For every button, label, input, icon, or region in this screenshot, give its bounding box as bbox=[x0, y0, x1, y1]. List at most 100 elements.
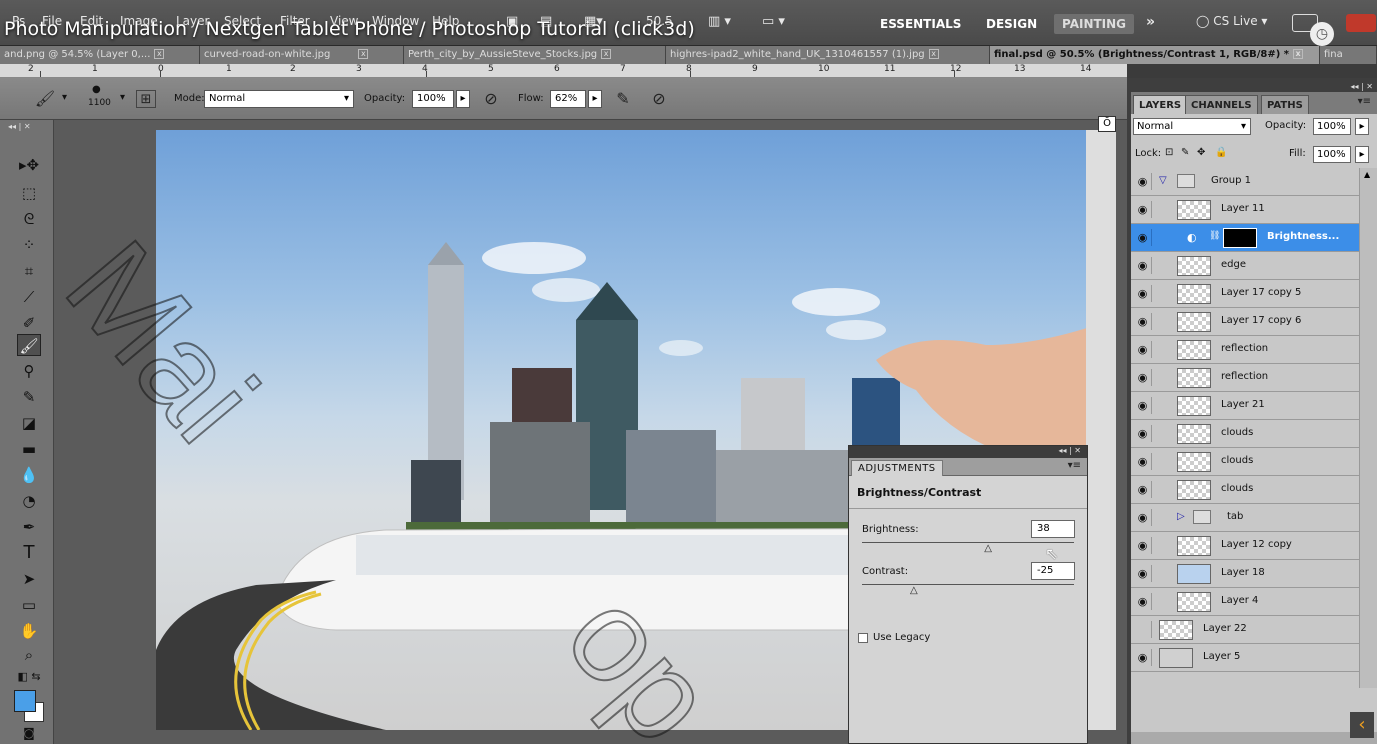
history-brush-tool-icon[interactable]: ✎ bbox=[17, 386, 41, 408]
tab-channels[interactable]: CHANNELS bbox=[1185, 95, 1258, 114]
doc-tab[interactable]: fina bbox=[1320, 46, 1377, 64]
visibility-eye-icon[interactable]: ◉ bbox=[1134, 313, 1152, 330]
visibility-eye-icon[interactable]: ◉ bbox=[1134, 453, 1152, 470]
workspace-design[interactable]: DESIGN bbox=[978, 14, 1045, 34]
toolbox-collapse-icon[interactable]: ◂◂ | ✕ bbox=[8, 122, 31, 131]
clock-icon[interactable]: ◷ bbox=[1310, 22, 1334, 46]
layer-row[interactable]: ◉ reflection bbox=[1131, 336, 1359, 364]
brightness-slider[interactable] bbox=[862, 542, 1074, 543]
visibility-eye-icon[interactable]: ◉ bbox=[1134, 201, 1152, 218]
close-tab-icon[interactable]: x bbox=[928, 49, 939, 59]
visibility-eye-icon[interactable]: ◉ bbox=[1134, 649, 1152, 666]
brightness-input[interactable]: 38 bbox=[1031, 520, 1075, 538]
horizontal-ruler[interactable]: 2 1 0 1 2 3 4 5 6 7 8 9 10 11 12 13 14 bbox=[0, 64, 1127, 78]
lock-all-icon[interactable]: 🔒 bbox=[1215, 147, 1227, 158]
layer-row[interactable]: ◉ clouds bbox=[1131, 476, 1359, 504]
layer-opacity-input[interactable]: 100% bbox=[1313, 118, 1351, 135]
dodge-tool-icon[interactable]: ◔ bbox=[17, 490, 41, 512]
preset-dropdown-icon[interactable]: ▾ bbox=[62, 92, 67, 103]
link-icon[interactable]: ⛓ bbox=[1209, 231, 1220, 241]
close-tab-icon[interactable]: x bbox=[1293, 49, 1304, 59]
brush-preset-icon[interactable]: 🖌 bbox=[34, 88, 56, 110]
flow-input[interactable]: 62% bbox=[550, 90, 586, 108]
doc-tab-active[interactable]: final.psd @ 50.5% (Brightness/Contrast 1… bbox=[990, 46, 1320, 64]
close-tab-icon[interactable]: x bbox=[154, 49, 165, 59]
layer-row[interactable]: ◉ Layer 17 copy 5 bbox=[1131, 280, 1359, 308]
visibility-eye-icon[interactable]: ◉ bbox=[1134, 537, 1152, 554]
visibility-eye-icon[interactable]: ◉ bbox=[1134, 565, 1152, 582]
flow-slider-toggle[interactable]: ▸ bbox=[588, 90, 602, 108]
layer-row-selected[interactable]: ◉ ◐ ⛓ Brightness... bbox=[1131, 224, 1359, 252]
eyedropper-tool-icon[interactable]: ⟋ bbox=[17, 286, 41, 308]
panel-menu-icon[interactable]: ▾≡ bbox=[1068, 460, 1081, 471]
visibility-eye-icon[interactable]: ◉ bbox=[1134, 341, 1152, 358]
shape-tool-icon[interactable]: ▭ bbox=[17, 594, 41, 616]
fill-slider-toggle[interactable]: ▸ bbox=[1355, 146, 1369, 163]
layer-opacity-slider-toggle[interactable]: ▸ bbox=[1355, 118, 1369, 135]
layer-row[interactable]: ◉ Layer 12 copy bbox=[1131, 532, 1359, 560]
layer-row[interactable]: ◉ reflection bbox=[1131, 364, 1359, 392]
visibility-eye-icon[interactable]: ◉ bbox=[1134, 509, 1152, 526]
contrast-slider[interactable] bbox=[862, 584, 1074, 585]
visibility-eye-icon[interactable]: ◉ bbox=[1134, 173, 1152, 190]
layer-row[interactable]: ◉ clouds bbox=[1131, 420, 1359, 448]
arrange-docs-icon[interactable]: ▥ ▾ bbox=[708, 14, 731, 29]
layer-row-hidden[interactable]: ◉ Layer 22 bbox=[1131, 616, 1359, 644]
tab-paths[interactable]: PATHS bbox=[1261, 95, 1309, 114]
opacity-input[interactable]: 100% bbox=[412, 90, 454, 108]
fill-input[interactable]: 100% bbox=[1313, 146, 1351, 163]
pen-tool-icon[interactable]: ✒ bbox=[17, 516, 41, 538]
lock-pixels-icon[interactable]: ✎ bbox=[1181, 147, 1189, 158]
contrast-input[interactable]: -25 bbox=[1031, 562, 1075, 580]
brush-size-icon[interactable]: ● bbox=[92, 84, 101, 95]
quick-mask-icon[interactable]: ◙ bbox=[17, 722, 41, 744]
clone-stamp-tool-icon[interactable]: ⚲ bbox=[17, 360, 41, 382]
chevron-left-icon[interactable]: ‹ bbox=[1350, 712, 1374, 738]
hand-tool-icon[interactable]: ✋ bbox=[17, 620, 41, 642]
visibility-eye-icon[interactable]: ◉ bbox=[1134, 621, 1152, 638]
doc-tab[interactable]: Perth_city_by_AussieSteve_Stocks.jpg x bbox=[404, 46, 666, 64]
layer-row[interactable]: ◉ Layer 4 bbox=[1131, 588, 1359, 616]
layer-row[interactable]: ◉ Layer 5 bbox=[1131, 644, 1359, 672]
doc-tab[interactable]: curved-road-on-white.jpg x bbox=[200, 46, 404, 64]
foreground-color-swatch[interactable] bbox=[14, 690, 36, 712]
visibility-eye-icon[interactable]: ◉ bbox=[1134, 257, 1152, 274]
brush-tool-icon[interactable]: 🖌 bbox=[17, 334, 41, 356]
pressure-size-icon[interactable]: ⊘ bbox=[648, 88, 670, 110]
layers-scrollbar[interactable]: ▲ bbox=[1359, 168, 1377, 688]
visibility-eye-icon[interactable]: ◉ bbox=[1134, 229, 1152, 246]
mode-select[interactable]: Normal ▾ bbox=[204, 90, 354, 108]
eraser-tool-icon[interactable]: ◪ bbox=[17, 412, 41, 434]
workspace-painting[interactable]: PAINTING bbox=[1054, 14, 1135, 34]
close-button[interactable] bbox=[1346, 14, 1376, 32]
expand-triangle-icon[interactable]: ▽ bbox=[1159, 175, 1167, 186]
layer-mask-thumbnail[interactable] bbox=[1223, 228, 1257, 248]
zoom-tool-icon[interactable]: ⌕ bbox=[17, 644, 41, 666]
screen-mode-icon[interactable]: ▭ ▾ bbox=[762, 14, 785, 29]
tab-layers[interactable]: LAYERS bbox=[1133, 95, 1188, 114]
marquee-tool-icon[interactable]: ⬚ bbox=[17, 182, 41, 204]
layer-row[interactable]: ◉ clouds bbox=[1131, 448, 1359, 476]
gradient-tool-icon[interactable]: ▬ bbox=[17, 438, 41, 460]
path-selection-tool-icon[interactable]: ➤ bbox=[17, 568, 41, 590]
panel-menu-icon[interactable]: ▾≡ bbox=[1358, 96, 1371, 107]
more-workspaces-icon[interactable]: » bbox=[1146, 14, 1155, 30]
quick-selection-tool-icon[interactable]: ⁘ bbox=[17, 234, 41, 256]
cs-live-button[interactable]: ◯ CS Live ▾ bbox=[1196, 14, 1267, 28]
type-tool-icon[interactable]: T bbox=[17, 542, 41, 564]
close-tab-icon[interactable]: x bbox=[601, 49, 612, 59]
crop-tool-icon[interactable]: ⌗ bbox=[17, 260, 41, 282]
brightness-slider-thumb[interactable]: △ bbox=[984, 543, 992, 554]
pressure-opacity-icon[interactable]: ⊘ bbox=[480, 88, 502, 110]
layer-row[interactable]: ◉ Layer 17 copy 6 bbox=[1131, 308, 1359, 336]
panel-collapse-icon[interactable]: ◂◂ | ✕ bbox=[1058, 446, 1081, 455]
blend-mode-select[interactable]: Normal ▾ bbox=[1133, 118, 1251, 135]
lasso-tool-icon[interactable]: ᘓ bbox=[17, 208, 41, 230]
use-legacy-checkbox[interactable] bbox=[858, 633, 868, 643]
layer-row[interactable]: ◉ edge bbox=[1131, 252, 1359, 280]
brush-size-value[interactable]: 1100 bbox=[88, 98, 111, 108]
panel-collapse-icon[interactable]: ◂◂ | ✕ bbox=[1350, 82, 1373, 91]
brush-panel-toggle-icon[interactable]: ⊞ bbox=[136, 90, 156, 108]
panel-dock-icon[interactable]: Ŏ bbox=[1098, 116, 1116, 132]
workspace-essentials[interactable]: ESSENTIALS bbox=[872, 14, 969, 34]
